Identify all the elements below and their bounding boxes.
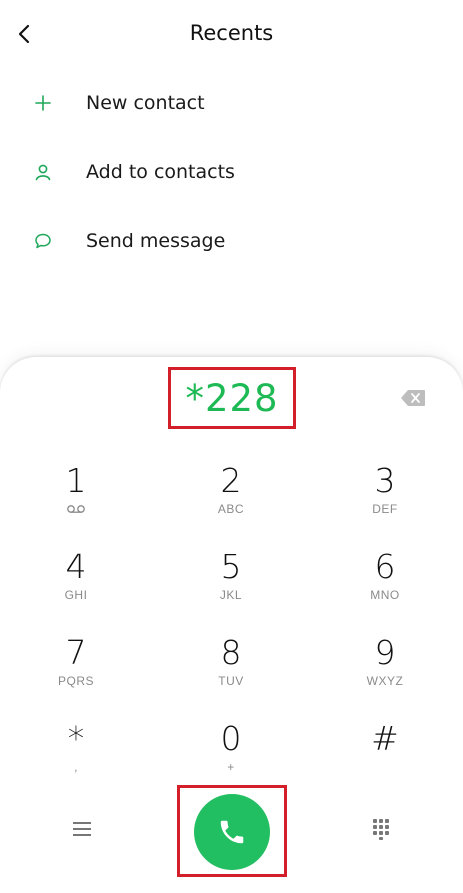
page-title: Recents [189,21,274,45]
key-7[interactable]: 7 PQRS [21,634,131,704]
key-letters: WXYZ [366,674,404,688]
key-letters: , [74,760,78,774]
send-message-action[interactable]: Send message [0,206,463,275]
key-hash[interactable]: # [330,720,440,790]
voicemail-icon [21,502,131,516]
key-digit: 9 [374,633,396,672]
key-letters [330,760,440,774]
person-icon [31,160,55,184]
call-button[interactable] [194,794,270,870]
call-button-highlight [177,785,287,877]
header: Recents [0,0,463,70]
new-contact-action[interactable]: New contact [0,68,463,137]
dialed-number: *228 [185,376,279,420]
key-letters: TUV [218,674,244,688]
message-bubble-icon [31,229,55,253]
key-0[interactable]: 0 + [176,720,286,790]
key-5[interactable]: 5 JKL [176,548,286,618]
add-to-contacts-action[interactable]: Add to contacts [0,137,463,206]
dialer-bottom-bar [0,785,463,885]
plus-icon [31,91,55,115]
key-star[interactable]: * , [21,720,131,790]
phone-icon [220,820,244,844]
backspace-button[interactable] [399,388,427,408]
key-digit: 3 [374,461,396,500]
key-3[interactable]: 3 DEF [330,462,440,532]
key-digit: 2 [220,461,242,500]
key-letters: JKL [219,588,243,602]
dialpad-sheet: *228 1 2 ABC 3 DEF 4 GHI 5 JKL 6 MNO 7 P… [0,357,463,893]
key-letters: DEF [372,502,398,516]
add-to-contacts-label: Add to contacts [86,160,235,183]
key-letters: GHI [64,588,88,602]
key-digit: 4 [65,547,87,586]
dialer-screen: Recents New contact Add to contacts Send… [0,0,463,893]
key-9[interactable]: 9 WXYZ [330,634,440,704]
key-digit: 1 [65,461,87,500]
dialpad-grid-icon [373,819,389,840]
key-digit: 7 [65,633,87,672]
contact-actions: New contact Add to contacts Send message [0,68,463,275]
key-6[interactable]: 6 MNO [330,548,440,618]
key-letters: PQRS [57,674,94,688]
key-digit: 0 [220,719,242,758]
key-digit: 6 [374,547,396,586]
key-1[interactable]: 1 [21,462,131,532]
key-letters: ABC [217,502,245,516]
key-digit: * [67,719,85,758]
key-letters: + [227,760,235,774]
key-digit: # [371,719,399,758]
menu-button[interactable] [70,817,94,841]
key-4[interactable]: 4 GHI [21,548,131,618]
menu-icon [73,822,91,836]
send-message-label: Send message [86,229,226,252]
key-letters: MNO [370,588,400,602]
backspace-icon [401,390,425,406]
dialpad-toggle-button[interactable] [370,817,392,841]
key-2[interactable]: 2 ABC [176,462,286,532]
new-contact-label: New contact [86,91,205,114]
key-digit: 5 [220,547,242,586]
key-8[interactable]: 8 TUV [176,634,286,704]
dialed-number-display[interactable]: *228 [168,367,296,429]
key-digit: 8 [220,633,242,672]
